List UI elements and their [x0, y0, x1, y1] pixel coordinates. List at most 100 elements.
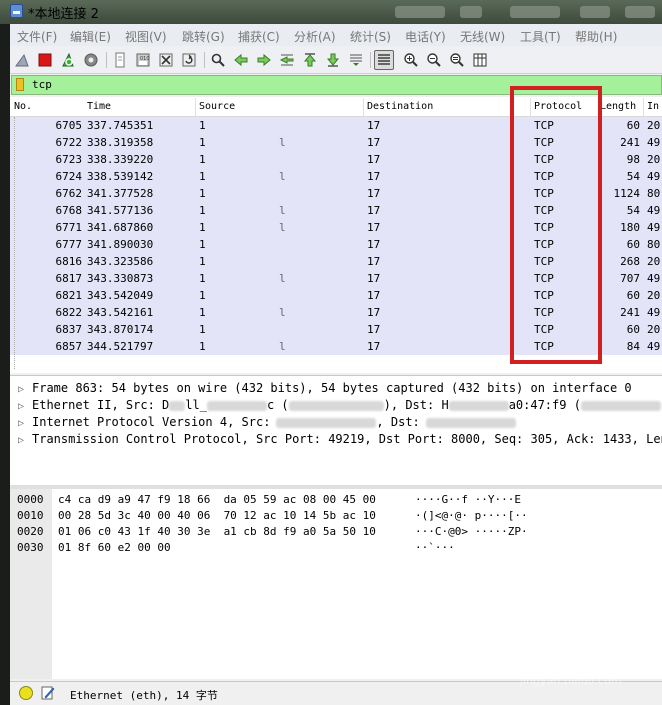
column-header-info[interactable]: In: [647, 101, 659, 112]
cell-source: 1: [199, 323, 206, 336]
detail-tcp[interactable]: ▷ Transmission Control Protocol, Src Port…: [18, 432, 662, 449]
auto-scroll-button[interactable]: [346, 50, 366, 70]
cell-time: 344.521797: [87, 340, 154, 353]
svg-text:010: 010: [140, 56, 150, 62]
go-back-icon: [234, 53, 248, 67]
menu-view[interactable]: 视图(V): [125, 28, 167, 45]
column-header-destination[interactable]: Destination: [367, 101, 433, 112]
expand-arrow-icon[interactable]: ▷: [18, 435, 32, 446]
save-file-button[interactable]: 010: [133, 50, 153, 70]
edit-comment-icon[interactable]: [41, 685, 55, 701]
menu-statistics[interactable]: 统计(S): [350, 28, 391, 45]
menu-capture[interactable]: 捕获(C): [238, 28, 280, 45]
cell-time: 343.870174: [87, 323, 154, 336]
cell-source: 1: [199, 289, 206, 302]
zoom-normal-button[interactable]: [447, 50, 467, 70]
bytes-ascii[interactable]: ··`···: [415, 541, 455, 557]
menu-edit[interactable]: 编辑(E): [70, 28, 111, 45]
display-filter-input[interactable]: tcp: [32, 78, 52, 91]
cell-time: 338.339220: [87, 153, 154, 166]
options-gear-icon: [84, 53, 98, 67]
reload-file-button[interactable]: [179, 50, 199, 70]
column-divider[interactable]: [195, 98, 196, 116]
expert-info-icon[interactable]: [19, 686, 33, 700]
go-first-icon: [303, 53, 317, 67]
zoom-out-button[interactable]: [424, 50, 444, 70]
cell-time: 343.330873: [87, 272, 154, 285]
cell-source: 1: [199, 306, 206, 319]
menu-wireless[interactable]: 无线(W): [460, 28, 505, 45]
menu-telephony[interactable]: 电话(Y): [405, 28, 446, 45]
bytes-hex[interactable]: 01 06 c0 43 1f 40 30 3e a1 cb 8d f9 a0 5…: [58, 525, 376, 541]
bytes-hex[interactable]: 00 28 5d 3c 40 00 40 06 70 12 ac 10 14 5…: [58, 509, 376, 525]
title-blur: [395, 6, 445, 18]
detail-frame[interactable]: ▷ Frame 863: 54 bytes on wire (432 bits),…: [18, 381, 632, 398]
cell-no: 6777: [55, 238, 83, 251]
auto-scroll-icon: [350, 54, 362, 66]
expand-arrow-icon[interactable]: ▷: [18, 401, 32, 412]
cell-length: 241: [620, 306, 640, 319]
zoom-out-icon: [427, 53, 441, 67]
cell-no: 6762: [55, 187, 83, 200]
column-header-source[interactable]: Source: [199, 101, 235, 112]
close-file-button[interactable]: [156, 50, 176, 70]
zoom-in-button[interactable]: [401, 50, 421, 70]
expand-arrow-icon[interactable]: ▷: [18, 418, 32, 429]
colorize-button[interactable]: [374, 50, 394, 70]
open-file-button[interactable]: [110, 50, 130, 70]
go-forward-button[interactable]: [254, 50, 274, 70]
network-adapter-icon: [10, 4, 23, 18]
column-header-time[interactable]: Time: [87, 101, 111, 112]
cell-source: 1: [199, 221, 206, 234]
packet-details[interactable]: ▷ Frame 863: 54 bytes on wire (432 bits),…: [10, 375, 662, 485]
close-file-icon: [159, 53, 173, 67]
menu-tools[interactable]: 工具(T): [520, 28, 561, 45]
start-capture-button[interactable]: [12, 50, 32, 70]
cell-info: 49: [647, 272, 661, 285]
bytes-ascii[interactable]: ···C·@0> ·····ZP·: [415, 525, 528, 541]
column-divider[interactable]: [363, 98, 364, 116]
expand-arrow-icon[interactable]: ▷: [18, 384, 32, 395]
protocol-column-highlight: [510, 86, 602, 364]
bookmark-icon[interactable]: [16, 78, 24, 91]
cell-destination: 17: [367, 221, 381, 234]
column-divider[interactable]: [643, 98, 644, 116]
cell-length: 84: [626, 340, 640, 353]
find-packet-button[interactable]: [208, 50, 228, 70]
menu-analyze[interactable]: 分析(A): [294, 28, 336, 45]
toolbar-separator: [370, 52, 371, 68]
cell-source: 1: [199, 153, 206, 166]
cell-no: 6705: [55, 119, 83, 132]
bytes-ascii[interactable]: ····G··f ··Y···E: [415, 493, 521, 509]
go-last-packet-button[interactable]: [323, 50, 343, 70]
go-first-packet-button[interactable]: [300, 50, 320, 70]
tree-line: [14, 117, 15, 369]
go-to-packet-button[interactable]: [277, 50, 297, 70]
cell-length: 1124: [613, 187, 641, 200]
capture-options-button[interactable]: [81, 50, 101, 70]
shark-fin-icon: [15, 53, 29, 67]
resize-columns-button[interactable]: [470, 50, 490, 70]
bytes-ascii[interactable]: ·(]<@·@· p····[··: [415, 509, 528, 525]
menu-file[interactable]: 文件(F): [17, 28, 57, 45]
go-back-button[interactable]: [231, 50, 251, 70]
cell-info: 49: [647, 204, 661, 217]
menu-go[interactable]: 跳转(G): [182, 28, 225, 45]
menu-help[interactable]: 帮助(H): [575, 28, 617, 45]
restart-capture-button[interactable]: [58, 50, 78, 70]
detail-eth-mid: ll_: [185, 398, 207, 412]
detail-ethernet[interactable]: ▷ Ethernet II, Src: D ll_ c (), Dst: H a0:47…: [18, 398, 661, 415]
cell-info: 20: [647, 289, 661, 302]
column-header-no[interactable]: No.: [14, 101, 32, 112]
bytes-hex[interactable]: 01 8f 60 e2 00 00: [58, 541, 171, 557]
detail-ip[interactable]: ▷ Internet Protocol Version 4, Src: , Dst:: [18, 415, 516, 432]
column-header-length[interactable]: Length: [600, 101, 636, 112]
stop-capture-button[interactable]: [35, 50, 55, 70]
cell-destination: 17: [367, 238, 381, 251]
go-forward-icon: [257, 53, 271, 67]
main-toolbar: 010: [10, 46, 662, 74]
detail-ip-mid: , Dst:: [376, 415, 420, 429]
bytes-hex[interactable]: c4 ca d9 a9 47 f9 18 66 da 05 59 ac 08 0…: [58, 493, 376, 509]
window-title: *本地连接 2: [28, 7, 99, 22]
cell-no: 6821: [55, 289, 83, 302]
